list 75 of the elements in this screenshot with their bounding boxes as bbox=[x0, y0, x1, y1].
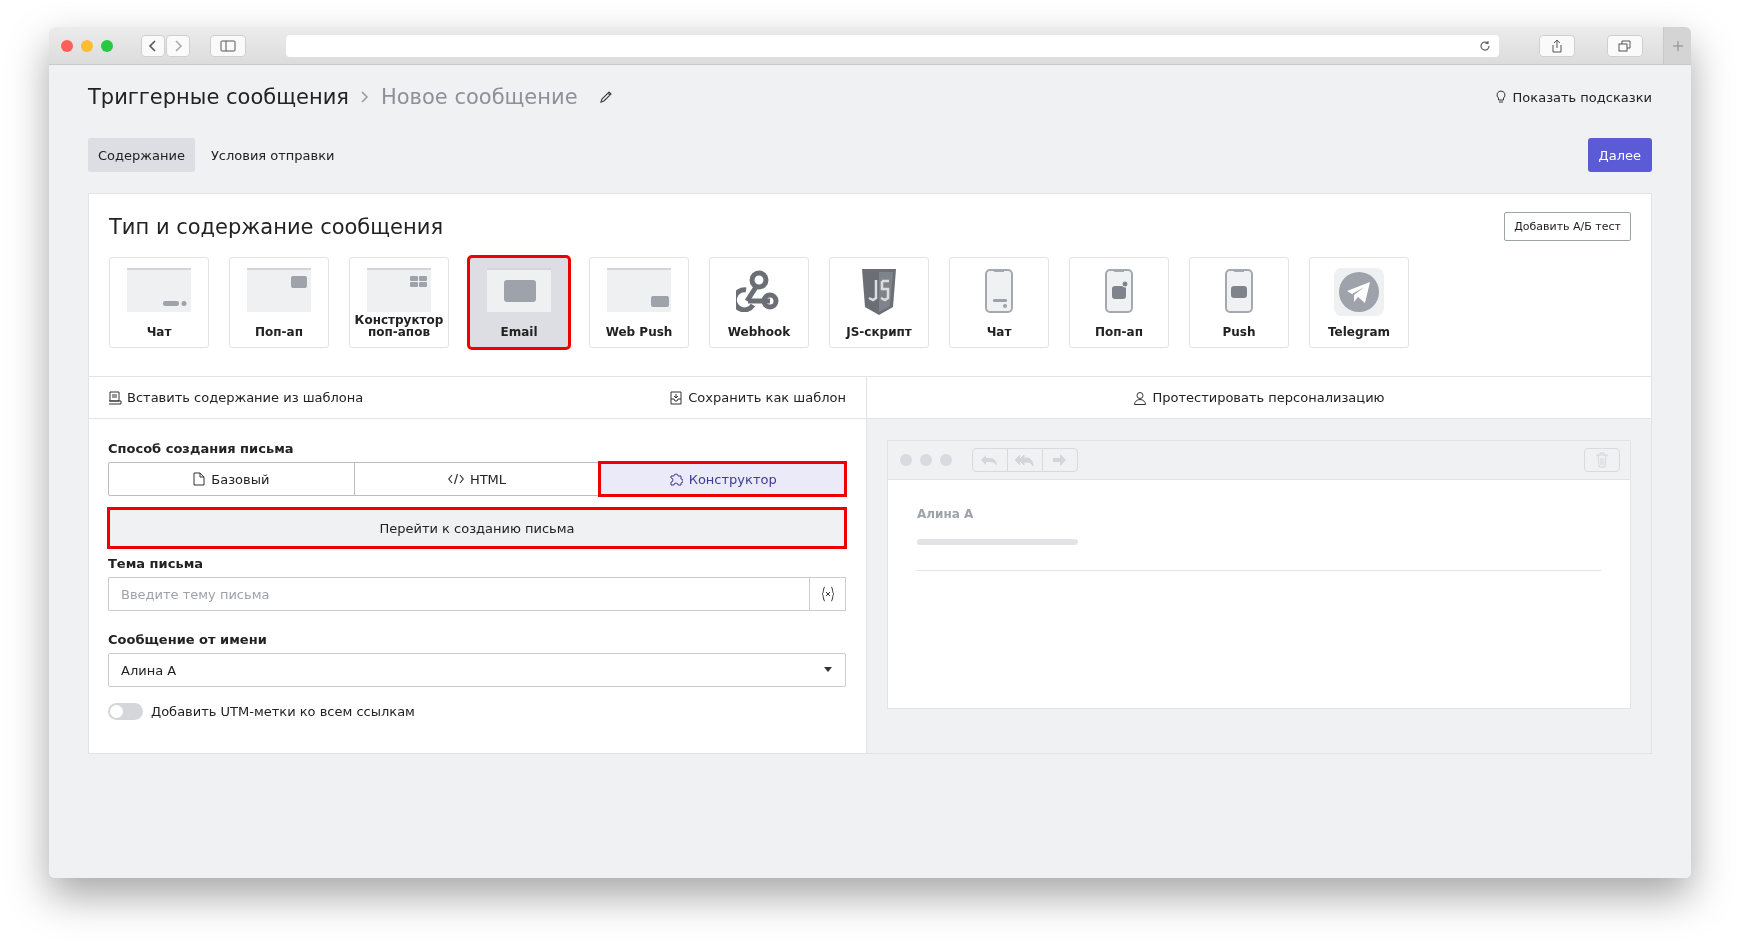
chevron-left-icon bbox=[148, 38, 158, 53]
browser-window-icon bbox=[127, 268, 191, 312]
browser-window-icon bbox=[367, 268, 431, 312]
reload-icon[interactable] bbox=[1479, 39, 1491, 52]
message-type-tile[interactable]: JS-скрипт bbox=[829, 257, 929, 348]
phone-icon bbox=[1224, 268, 1254, 314]
lightbulb-icon bbox=[1494, 90, 1507, 104]
chevron-icon bbox=[358, 89, 371, 105]
hints-link[interactable]: Показать подсказки bbox=[1494, 89, 1652, 105]
zoom-button[interactable] bbox=[101, 39, 113, 52]
field-label: Тема письма bbox=[108, 556, 205, 571]
code-icon bbox=[447, 473, 464, 485]
subject-input[interactable]: Введите тему письма bbox=[108, 577, 809, 611]
field-label: Способ создания письма bbox=[108, 441, 295, 456]
message-type-tile[interactable]: Email bbox=[469, 257, 569, 348]
sender-select[interactable]: Алина А bbox=[108, 653, 846, 687]
document-icon bbox=[108, 390, 122, 405]
method-option[interactable]: Конструктор bbox=[599, 462, 846, 496]
message-type-tile[interactable]: Чат bbox=[949, 257, 1049, 348]
variable-button[interactable] bbox=[809, 577, 846, 611]
variable-icon bbox=[820, 586, 835, 602]
page-title: Новое сообщение bbox=[380, 85, 578, 109]
create-letter-button[interactable]: Перейти к созданию письма bbox=[108, 508, 846, 548]
message-type-tile[interactable]: Webhook bbox=[709, 257, 809, 348]
message-type-tile[interactable]: Чат bbox=[109, 257, 209, 348]
sender-name: Алина А bbox=[917, 507, 975, 521]
ab-test-button[interactable]: Добавить А/Б тест bbox=[1504, 212, 1631, 241]
section-title: Тип и содержание сообщения bbox=[109, 214, 444, 239]
tabs-icon bbox=[1618, 39, 1632, 52]
next-button[interactable]: Далее bbox=[1587, 138, 1652, 172]
message-type-tile[interactable]: Web Push bbox=[589, 257, 689, 348]
sidebar-button[interactable] bbox=[210, 34, 246, 57]
close-button[interactable] bbox=[61, 39, 73, 52]
toggle-label: Добавить UTM-метки ко всем ссылкам bbox=[151, 704, 415, 719]
tab[interactable]: Условия отправки bbox=[200, 138, 345, 172]
forward-button[interactable] bbox=[166, 34, 190, 57]
method-option[interactable]: HTML bbox=[353, 462, 601, 496]
insert-template-link[interactable]: Вставить содержание из шаблона bbox=[108, 390, 364, 405]
paper-plane-icon bbox=[1334, 268, 1384, 316]
test-personalization-link[interactable]: Протестировать персонализацию bbox=[1133, 390, 1385, 405]
browser-window-icon bbox=[487, 268, 551, 312]
tab[interactable]: Содержание bbox=[88, 138, 195, 172]
message-type-tile[interactable]: Telegram bbox=[1309, 257, 1409, 348]
browser-window-icon bbox=[247, 268, 311, 312]
message-type-tile[interactable]: Конструктор поп-апов bbox=[349, 257, 449, 348]
chevron-right-icon bbox=[173, 38, 183, 53]
browser-window-icon bbox=[607, 268, 671, 312]
puzzle-icon bbox=[668, 472, 683, 486]
tabs-button[interactable] bbox=[1607, 34, 1643, 57]
method-option[interactable]: Базовый bbox=[108, 462, 355, 496]
user-icon bbox=[1133, 390, 1148, 405]
plus-icon bbox=[1671, 39, 1684, 52]
phone-icon bbox=[1104, 268, 1134, 314]
window-dots-icon bbox=[900, 454, 952, 466]
js-shield-icon bbox=[860, 268, 898, 316]
minimize-button[interactable] bbox=[81, 39, 93, 52]
field-label: Сообщение от имени bbox=[108, 632, 268, 647]
file-icon bbox=[193, 472, 206, 486]
pencil-icon[interactable] bbox=[597, 89, 614, 105]
message-type-tile[interactable]: Push bbox=[1189, 257, 1289, 348]
reply-actions-icon bbox=[972, 448, 1078, 472]
save-icon bbox=[669, 390, 684, 405]
share-icon bbox=[1551, 38, 1563, 53]
message-type-tile[interactable]: Поп-ап bbox=[229, 257, 329, 348]
message-type-tile[interactable]: Поп-ап bbox=[1069, 257, 1169, 348]
trash-icon bbox=[1584, 448, 1620, 472]
new-tab-button[interactable] bbox=[1663, 27, 1691, 64]
back-button[interactable] bbox=[141, 34, 165, 57]
breadcrumb-link[interactable]: Триггерные сообщения bbox=[88, 85, 349, 109]
phone-icon bbox=[984, 268, 1014, 314]
sidebar-icon bbox=[220, 39, 236, 52]
save-template-link[interactable]: Сохранить как шаблон bbox=[669, 390, 846, 405]
share-button[interactable] bbox=[1539, 34, 1575, 57]
caret-icon bbox=[823, 667, 833, 673]
utm-toggle[interactable] bbox=[108, 703, 143, 720]
